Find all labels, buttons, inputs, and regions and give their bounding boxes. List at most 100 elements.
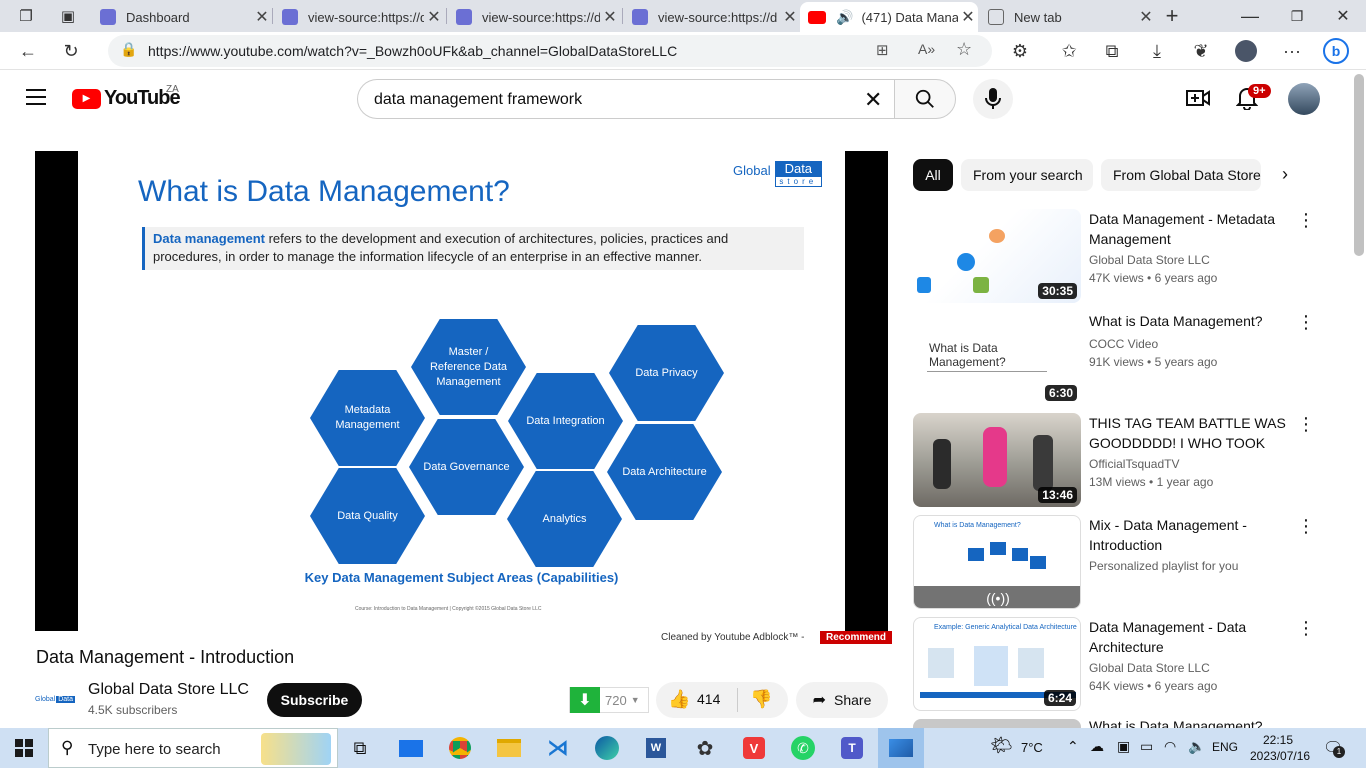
chip-all[interactable]: All	[913, 159, 953, 191]
voice-search-button[interactable]	[973, 79, 1013, 119]
minimize-icon[interactable]: —	[1236, 2, 1264, 30]
more-vert-icon[interactable]: ⋮	[1297, 211, 1315, 229]
vivaldi-icon[interactable]: V	[738, 732, 770, 764]
close-icon[interactable]: ✕	[780, 7, 800, 27]
clear-search-icon[interactable]: ✕	[864, 87, 882, 113]
whatsapp-icon[interactable]: ✆	[787, 732, 819, 764]
recommended-video[interactable]: Example: Generic Analytical Data Archite…	[913, 617, 1353, 711]
like-thumb-icon[interactable]: 👍	[668, 689, 690, 710]
mail-icon[interactable]	[395, 732, 427, 764]
chip-from-your-search[interactable]: From your search	[961, 159, 1093, 191]
taskbar-search-box[interactable]: ⚲ Type here to search	[48, 728, 338, 768]
profile-avatar[interactable]	[1232, 37, 1260, 65]
tab-view-source-1[interactable]: view-source:https://d ✕	[274, 2, 444, 32]
channel-name[interactable]: OfficialTsquadTV	[1089, 457, 1180, 471]
lock-icon[interactable]: 🔒	[120, 41, 137, 58]
vertical-tabs-icon[interactable]: ▣	[54, 2, 82, 30]
favorites-icon[interactable]: ✩	[1055, 37, 1083, 65]
chrome-icon[interactable]	[444, 732, 476, 764]
account-avatar[interactable]	[1288, 83, 1320, 115]
channel-name[interactable]: Global Data Store LLC	[1089, 661, 1210, 675]
chevron-up-icon[interactable]: ⌃	[1067, 738, 1079, 755]
recommended-video[interactable]: What is Data Management? 6:30 What is Da…	[913, 311, 1353, 405]
channel-name[interactable]: COCC Video	[1089, 337, 1158, 351]
weather-icon[interactable]: 🌤	[990, 735, 1013, 756]
page-scrollbar-thumb[interactable]	[1354, 74, 1364, 256]
wifi-icon[interactable]: ◠	[1164, 738, 1176, 755]
collections-icon[interactable]: ⧉	[1098, 37, 1126, 65]
performance-icon[interactable]: ❦	[1187, 37, 1215, 65]
share-button[interactable]: ➦ Share	[796, 682, 888, 718]
recommend-button[interactable]: Recommend	[820, 631, 893, 644]
video-title[interactable]: Data Management - Metadata Management	[1089, 209, 1289, 249]
create-video-icon[interactable]	[1186, 87, 1210, 109]
dropdown-caret-icon[interactable]: ▼	[631, 695, 640, 705]
chip-from-global-data-store[interactable]: From Global Data Store	[1101, 159, 1261, 191]
video-thumbnail[interactable]: Example: Generic Analytical Data Archite…	[913, 617, 1081, 711]
window-close-icon[interactable]: ✕	[1329, 2, 1357, 30]
recommended-video[interactable]: 30:35 Data Management - Metadata Managem…	[913, 209, 1353, 303]
dislike-counter-widget[interactable]: ⬇ 720 ▼	[569, 687, 649, 713]
recommended-video-partial[interactable]: What is Data Management?	[913, 719, 1353, 728]
video-title[interactable]: Mix - Data Management - Introduction	[1089, 515, 1289, 555]
like-count[interactable]: 414	[697, 691, 720, 707]
more-vert-icon[interactable]: ⋮	[1297, 517, 1315, 535]
tab-view-source-2[interactable]: view-source:https://d ✕	[448, 2, 620, 32]
search-box[interactable]: data management framework ✕	[357, 79, 894, 119]
close-icon[interactable]: ✕	[252, 7, 272, 27]
speaker-icon[interactable]: 🔊	[836, 9, 853, 26]
volume-icon[interactable]: 🔈	[1188, 738, 1205, 755]
refresh-icon[interactable]: ↻	[57, 37, 85, 65]
down-arrow-icon[interactable]: ⬇	[570, 687, 600, 713]
video-title[interactable]: What is Data Management?	[1089, 311, 1289, 331]
channel-name[interactable]: Global Data Store LLC	[1089, 253, 1210, 267]
hamburger-menu-icon[interactable]	[26, 89, 46, 105]
tab-youtube-active[interactable]: 🔊 (471) Data Mana ✕	[800, 2, 978, 32]
close-icon[interactable]: ✕	[958, 7, 978, 27]
close-icon[interactable]: ✕	[424, 7, 444, 27]
search-input[interactable]: data management framework	[374, 91, 582, 109]
more-vert-icon[interactable]: ⋮	[1297, 619, 1315, 637]
extensions-icon[interactable]: ⚙	[1006, 37, 1034, 65]
recommended-mix[interactable]: What is Data Management? ((•)) Mix - Dat…	[913, 515, 1353, 609]
chatgpt-icon[interactable]: ✿	[689, 732, 721, 764]
tab-view-source-3[interactable]: view-source:https://d ✕	[624, 2, 800, 32]
new-tab-plus-icon[interactable]: +	[1158, 2, 1186, 30]
language-indicator[interactable]: ENG	[1212, 740, 1238, 754]
channel-name[interactable]: Global Data Store LLC	[88, 681, 249, 699]
task-view-icon[interactable]: ⧉	[344, 732, 376, 764]
url-text[interactable]: https://www.youtube.com/watch?v=_Bowzh0o…	[148, 43, 677, 59]
youtube-logo[interactable]: ▶ YouTube	[72, 87, 181, 110]
photos-icon[interactable]	[878, 728, 924, 768]
close-icon[interactable]: ✕	[1136, 7, 1156, 27]
search-button[interactable]	[894, 79, 956, 119]
video-thumbnail[interactable]: 30:35	[913, 209, 1081, 303]
device-icon[interactable]: ▣	[1117, 738, 1130, 755]
tab-new-tab[interactable]: New tab ✕	[980, 2, 1156, 32]
vscode-icon[interactable]: ⋊	[542, 732, 574, 764]
onedrive-icon[interactable]: ☁	[1090, 738, 1104, 755]
video-thumbnail[interactable]: What is Data Management? ((•))	[913, 515, 1081, 609]
recommended-video[interactable]: 13:46 THIS TAG TEAM BATTLE WAS GOODDDDD!…	[913, 413, 1353, 507]
subscribe-button[interactable]: Subscribe	[267, 683, 362, 717]
notification-center-icon[interactable]: 🗨 1	[1323, 738, 1345, 758]
dislike-thumb-icon[interactable]: 👎	[750, 689, 772, 710]
more-options-icon[interactable]: ···	[1278, 37, 1306, 65]
favorite-star-icon[interactable]: ☆	[956, 39, 972, 60]
edge-icon[interactable]	[591, 732, 623, 764]
app-available-icon[interactable]: ⊞	[876, 41, 889, 59]
clock[interactable]: 22:15 2023/07/16	[1250, 732, 1310, 764]
more-vert-icon[interactable]: ⋮	[1297, 313, 1315, 331]
windows-start-icon[interactable]	[8, 732, 40, 764]
tab-actions-icon[interactable]: ❐	[12, 2, 40, 30]
weather-temp[interactable]: 7°C	[1021, 740, 1043, 755]
battery-icon[interactable]: ▭	[1140, 738, 1153, 755]
video-thumbnail[interactable]: 13:46	[913, 413, 1081, 507]
video-title[interactable]: What is Data Management?	[1089, 719, 1263, 728]
more-vert-icon[interactable]: ⋮	[1297, 415, 1315, 433]
channel-avatar[interactable]: Global Data	[35, 689, 76, 709]
video-title[interactable]: Data Management - Data Architecture	[1089, 617, 1289, 657]
downloads-icon[interactable]: ⤓	[1143, 37, 1171, 65]
word-icon[interactable]: W	[640, 732, 672, 764]
address-bar[interactable]: 🔒 https://www.youtube.com/watch?v=_Bowzh…	[108, 35, 992, 67]
